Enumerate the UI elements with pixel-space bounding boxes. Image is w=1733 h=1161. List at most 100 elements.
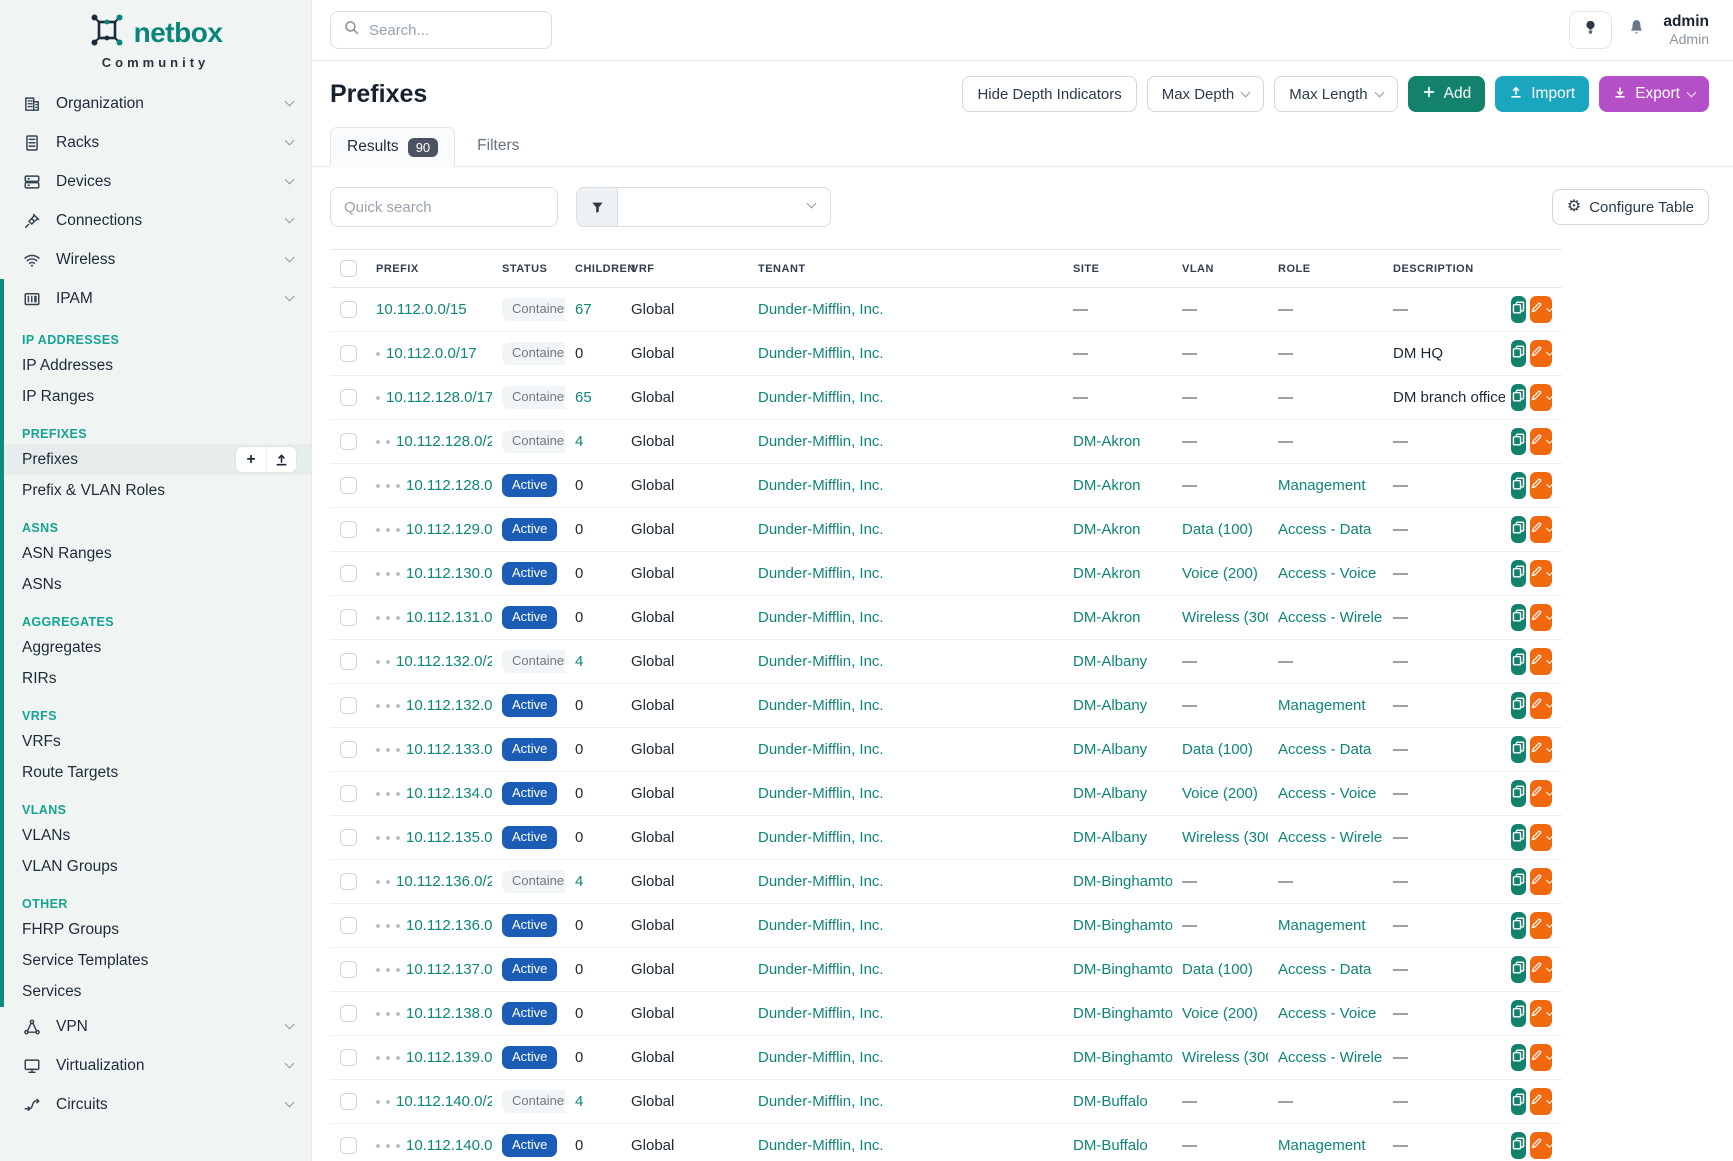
sidebar-item-aggregates[interactable]: Aggregates	[4, 632, 311, 663]
import-button[interactable]: Import	[1495, 76, 1589, 112]
clone-button[interactable]	[1511, 824, 1526, 851]
tenant-link[interactable]: Dunder-Mifflin, Inc.	[758, 301, 884, 318]
children-count-link[interactable]: 4	[575, 653, 583, 670]
edit-button[interactable]	[1530, 516, 1552, 543]
row-checkbox[interactable]	[340, 829, 357, 846]
site-link[interactable]: DM-Akron	[1073, 477, 1141, 494]
row-checkbox[interactable]	[340, 521, 357, 538]
site-link[interactable]: DM-Albany	[1073, 741, 1147, 758]
prefix-link[interactable]: 10.112.132.0/22	[396, 653, 492, 670]
edit-button[interactable]	[1530, 1000, 1552, 1027]
children-count-link[interactable]: 65	[575, 389, 592, 406]
children-count-link[interactable]: 4	[575, 1093, 583, 1110]
edit-button[interactable]	[1530, 692, 1552, 719]
filter-select-value[interactable]	[618, 188, 830, 226]
children-count-link[interactable]: 4	[575, 873, 583, 890]
edit-button[interactable]	[1530, 384, 1552, 411]
sidebar-item-ip-addresses[interactable]: IP Addresses	[4, 350, 311, 381]
site-link[interactable]: DM-Albany	[1073, 829, 1147, 846]
site-link[interactable]: DM-Binghamton	[1073, 873, 1172, 890]
export-dropdown[interactable]: Export	[1599, 76, 1709, 112]
tenant-link[interactable]: Dunder-Mifflin, Inc.	[758, 741, 884, 758]
edit-button[interactable]	[1530, 824, 1552, 851]
tenant-link[interactable]: Dunder-Mifflin, Inc.	[758, 697, 884, 714]
role-link[interactable]: Management	[1278, 477, 1366, 494]
tenant-link[interactable]: Dunder-Mifflin, Inc.	[758, 609, 884, 626]
clone-button[interactable]	[1511, 428, 1526, 455]
user-menu[interactable]: admin Admin	[1663, 12, 1709, 49]
role-link[interactable]: Access - Voice	[1278, 785, 1376, 802]
clone-button[interactable]	[1511, 692, 1526, 719]
clone-button[interactable]	[1511, 516, 1526, 543]
role-link[interactable]: Access - Data	[1278, 521, 1371, 538]
site-link[interactable]: DM-Buffalo	[1073, 1137, 1148, 1154]
tenant-link[interactable]: Dunder-Mifflin, Inc.	[758, 961, 884, 978]
role-link[interactable]: Access - Wireless	[1278, 609, 1383, 626]
saved-filter-select[interactable]	[576, 187, 831, 227]
sidebar-item-asn-ranges[interactable]: ASN Ranges	[4, 538, 311, 569]
tenant-link[interactable]: Dunder-Mifflin, Inc.	[758, 565, 884, 582]
theme-toggle-button[interactable]	[1569, 11, 1612, 49]
site-link[interactable]: DM-Binghamton	[1073, 1049, 1172, 1066]
max-depth-dropdown[interactable]: Max Depth	[1147, 76, 1265, 112]
clone-button[interactable]	[1511, 340, 1526, 367]
tab-filters[interactable]: Filters	[455, 126, 541, 166]
tenant-link[interactable]: Dunder-Mifflin, Inc.	[758, 917, 884, 934]
site-link[interactable]: DM-Akron	[1073, 565, 1141, 582]
children-count-link[interactable]: 4	[575, 433, 583, 450]
prefix-link[interactable]: 10.112.136.0/28	[406, 917, 492, 934]
row-checkbox[interactable]	[340, 609, 357, 626]
clone-button[interactable]	[1511, 472, 1526, 499]
tab-results[interactable]: Results 90	[330, 127, 455, 167]
notifications-button[interactable]	[1627, 18, 1646, 42]
site-link[interactable]: DM-Albany	[1073, 697, 1147, 714]
sidebar-item-service-templates[interactable]: Service Templates	[4, 945, 311, 976]
column-header-vlan[interactable]: VLAN	[1172, 250, 1268, 288]
site-link[interactable]: DM-Akron	[1073, 521, 1141, 538]
sidebar-item-vpn[interactable]: VPN	[0, 1007, 311, 1046]
prefix-link[interactable]: 10.112.0.0/15	[376, 301, 467, 318]
column-header-prefix[interactable]: PREFIX	[366, 250, 492, 288]
sidebar-item-vlans[interactable]: VLANs	[4, 820, 311, 851]
tenant-link[interactable]: Dunder-Mifflin, Inc.	[758, 477, 884, 494]
row-checkbox[interactable]	[340, 433, 357, 450]
prefix-link[interactable]: 10.112.136.0/22	[396, 873, 492, 890]
search-input[interactable]	[369, 22, 529, 39]
tenant-link[interactable]: Dunder-Mifflin, Inc.	[758, 345, 884, 362]
clone-button[interactable]	[1511, 604, 1526, 631]
role-link[interactable]: Access - Data	[1278, 961, 1371, 978]
sidebar-item-virtualization[interactable]: Virtualization	[0, 1046, 311, 1085]
row-checkbox[interactable]	[340, 697, 357, 714]
clone-button[interactable]	[1511, 780, 1526, 807]
clone-button[interactable]	[1511, 296, 1526, 323]
tenant-link[interactable]: Dunder-Mifflin, Inc.	[758, 873, 884, 890]
tenant-link[interactable]: Dunder-Mifflin, Inc.	[758, 1137, 884, 1154]
row-checkbox[interactable]	[340, 345, 357, 362]
role-link[interactable]: Access - Voice	[1278, 1005, 1376, 1022]
sidebar-item-rirs[interactable]: RIRs	[4, 663, 311, 694]
sidebar-item-prefixes[interactable]: Prefixes+	[4, 444, 311, 475]
quick-search-input[interactable]	[330, 187, 558, 227]
clone-button[interactable]	[1511, 1132, 1526, 1159]
vlan-link[interactable]: Wireless (300)	[1182, 829, 1268, 846]
sidebar-item-route-targets[interactable]: Route Targets	[4, 757, 311, 788]
column-header-status[interactable]: STATUS	[492, 250, 565, 288]
clone-button[interactable]	[1511, 1000, 1526, 1027]
column-header-site[interactable]: SITE	[1063, 250, 1172, 288]
tenant-link[interactable]: Dunder-Mifflin, Inc.	[758, 389, 884, 406]
column-header-description[interactable]: DESCRIPTION	[1383, 250, 1505, 288]
column-header-vrf[interactable]: VRF	[621, 250, 748, 288]
global-search[interactable]	[330, 11, 552, 49]
clone-button[interactable]	[1511, 956, 1526, 983]
prefix-link[interactable]: 10.112.130.0/24	[406, 565, 492, 582]
clone-button[interactable]	[1511, 560, 1526, 587]
role-link[interactable]: Access - Wireless	[1278, 829, 1383, 846]
prefix-link[interactable]: 10.112.129.0/24	[406, 521, 492, 538]
vlan-link[interactable]: Data (100)	[1182, 521, 1253, 538]
select-all-checkbox[interactable]	[340, 260, 357, 277]
tenant-link[interactable]: Dunder-Mifflin, Inc.	[758, 1093, 884, 1110]
role-link[interactable]: Management	[1278, 1137, 1366, 1154]
add-button[interactable]: +	[236, 447, 266, 472]
children-count-link[interactable]: 67	[575, 301, 592, 318]
edit-button[interactable]	[1530, 1044, 1552, 1071]
